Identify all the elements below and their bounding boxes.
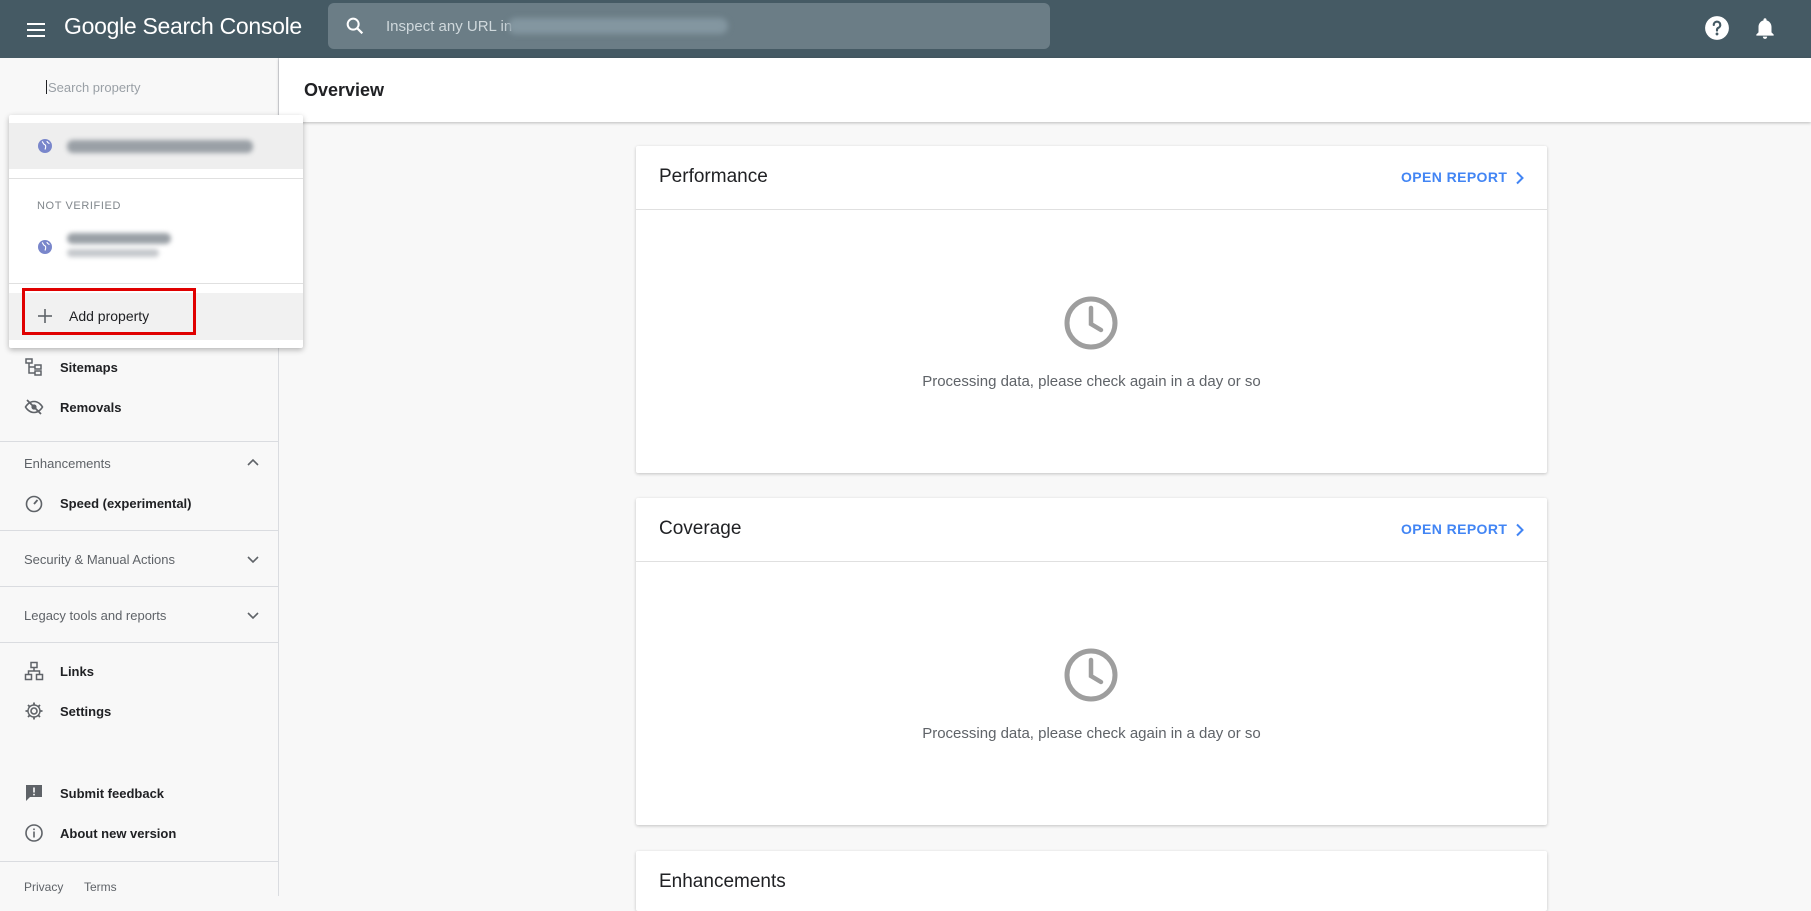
- sidebar-divider: [0, 586, 278, 587]
- enhancements-card: Enhancements: [636, 851, 1547, 911]
- section-label: Security & Manual Actions: [24, 552, 176, 567]
- blurred-property-subtitle: [67, 249, 159, 257]
- help-icon[interactable]: [1704, 15, 1730, 41]
- chevron-right-icon: [1516, 523, 1525, 537]
- performance-card: Performance OPEN REPORT Processing data,…: [636, 146, 1547, 473]
- sidebar-item-about-new-version[interactable]: About new version: [0, 815, 278, 851]
- card-title: Coverage: [659, 518, 742, 539]
- card-title: Performance: [659, 166, 768, 187]
- processing-message: Processing data, please check again in a…: [922, 725, 1261, 742]
- app-title[interactable]: Google Search Console: [64, 13, 302, 40]
- section-security-manual-actions[interactable]: Security & Manual Actions: [0, 539, 278, 579]
- sitemap-icon: [25, 358, 42, 376]
- chevron-down-icon: [247, 612, 259, 620]
- section-legacy-tools[interactable]: Legacy tools and reports: [0, 595, 278, 635]
- property-search-placeholder: Search property: [48, 80, 141, 95]
- open-report-button[interactable]: OPEN REPORT: [1401, 169, 1525, 185]
- not-verified-heading: NOT VERIFIED: [37, 200, 122, 212]
- sidebar-item-removals[interactable]: Removals: [0, 389, 278, 425]
- search-placeholder: Inspect any URL in: [386, 18, 513, 35]
- page-title: Overview: [304, 80, 385, 100]
- globe-icon: [38, 240, 52, 254]
- dropdown-divider: [9, 178, 303, 179]
- notifications-icon[interactable]: [1752, 15, 1778, 41]
- top-app-bar: Google Search Console Inspect any URL in: [0, 0, 1811, 58]
- property-option-not-verified[interactable]: [9, 225, 303, 271]
- feedback-icon: [26, 785, 42, 801]
- sidebar-item-links[interactable]: Links: [0, 653, 278, 689]
- sidebar-item-label: Sitemaps: [60, 360, 118, 375]
- open-report-label: OPEN REPORT: [1401, 169, 1508, 185]
- sidebar-item-label: About new version: [60, 826, 177, 841]
- open-report-label: OPEN REPORT: [1401, 521, 1508, 537]
- section-enhancements[interactable]: Enhancements: [0, 443, 278, 483]
- chevron-right-icon: [1516, 171, 1525, 185]
- page-header: Overview: [279, 58, 1811, 122]
- section-label: Legacy tools and reports: [24, 608, 167, 623]
- chevron-down-icon: [247, 556, 259, 564]
- property-selector-dropdown: NOT VERIFIED Add property: [9, 115, 303, 348]
- clock-icon: [1064, 296, 1118, 350]
- speedometer-icon: [25, 495, 43, 513]
- terms-link[interactable]: Terms: [84, 880, 117, 894]
- url-inspection-search[interactable]: Inspect any URL in: [328, 3, 1050, 49]
- sidebar-item-label: Removals: [60, 400, 122, 415]
- search-icon: [346, 17, 364, 35]
- sidebar-item-label: Settings: [60, 704, 112, 719]
- sidebar-item-label: Speed (experimental): [60, 496, 192, 511]
- text-caret: [46, 80, 47, 94]
- hamburger-menu-icon[interactable]: [24, 18, 48, 42]
- chevron-up-icon: [247, 458, 259, 466]
- blurred-property-url: [67, 140, 253, 153]
- clock-icon: [1064, 648, 1118, 702]
- blurred-property-name: [67, 233, 171, 244]
- dropdown-divider: [9, 283, 303, 284]
- card-title: Enhancements: [659, 871, 786, 892]
- privacy-link[interactable]: Privacy: [24, 880, 63, 894]
- card-divider: [636, 209, 1547, 210]
- eye-off-icon: [24, 399, 44, 415]
- sidebar-item-label: Links: [60, 664, 94, 679]
- open-report-button[interactable]: OPEN REPORT: [1401, 521, 1525, 537]
- sidebar-divider: [0, 441, 278, 442]
- sidebar-item-label: Submit feedback: [60, 786, 165, 801]
- sidebar-divider: [0, 861, 278, 862]
- add-property-button[interactable]: Add property: [9, 293, 303, 340]
- add-property-label: Add property: [69, 308, 150, 324]
- sidebar-divider: [0, 642, 278, 643]
- card-divider: [636, 561, 1547, 562]
- sidebar-divider: [0, 530, 278, 531]
- links-icon: [24, 661, 44, 681]
- globe-icon: [38, 139, 52, 153]
- sidebar-item-sitemaps[interactable]: Sitemaps: [0, 349, 278, 385]
- sidebar-item-speed[interactable]: Speed (experimental): [0, 485, 278, 521]
- property-option-selected[interactable]: [9, 123, 303, 169]
- blurred-property-url: [508, 18, 728, 34]
- info-icon: [25, 824, 43, 842]
- sidebar-item-settings[interactable]: Settings: [0, 693, 278, 729]
- section-label: Enhancements: [24, 456, 111, 471]
- gear-icon: [25, 702, 43, 720]
- coverage-card: Coverage OPEN REPORT Processing data, pl…: [636, 498, 1547, 825]
- property-search-input[interactable]: Search property: [46, 80, 141, 95]
- plus-icon: [38, 309, 52, 323]
- sidebar-item-submit-feedback[interactable]: Submit feedback: [0, 775, 278, 811]
- processing-message: Processing data, please check again in a…: [922, 373, 1261, 390]
